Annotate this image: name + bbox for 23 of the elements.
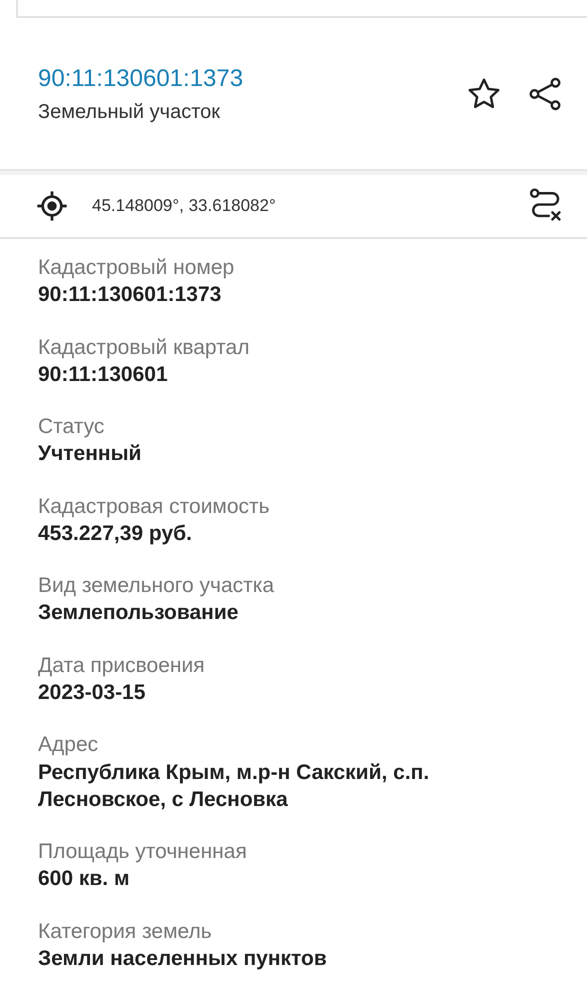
cadastral-number-link[interactable]: 90:11:130601:1373 bbox=[38, 60, 244, 96]
field-value: Учтенный bbox=[38, 441, 142, 468]
field-label: Вид земельного участка bbox=[38, 573, 276, 600]
field-label: Статус bbox=[38, 414, 106, 440]
field-label: Кадастровая стоимость bbox=[38, 494, 271, 520]
field-value: 453.227,39 руб. bbox=[38, 520, 193, 547]
field-value: 90:11:130601 bbox=[38, 362, 169, 388]
field-label: Площадь уточненная bbox=[38, 839, 248, 866]
field-label: Категория земель bbox=[38, 918, 213, 945]
object-type: Земельный участок bbox=[38, 100, 222, 124]
field-value: 90:11:130601:1373 bbox=[38, 282, 222, 308]
field-label: Кадастровый квартал bbox=[38, 334, 250, 361]
share-button[interactable] bbox=[527, 76, 563, 112]
field-value: Республика Крым, м.р-н Сакский, с.п. Лесновское, с Лесновка bbox=[38, 760, 430, 813]
field-value: 600 кв. м bbox=[38, 866, 130, 892]
field-value: 2023-03-15 bbox=[38, 680, 146, 706]
field-value: Земли населенных пунктов bbox=[38, 946, 328, 972]
field-label: Кадастровый номер bbox=[38, 255, 236, 281]
field-label: Адрес bbox=[38, 732, 100, 758]
coordinates-text: 45.148009°, 33.618082° bbox=[92, 195, 277, 218]
field-label: Дата присвоения bbox=[38, 652, 206, 679]
field-value: Землепользование bbox=[38, 600, 240, 626]
location-target-icon[interactable] bbox=[36, 190, 68, 222]
